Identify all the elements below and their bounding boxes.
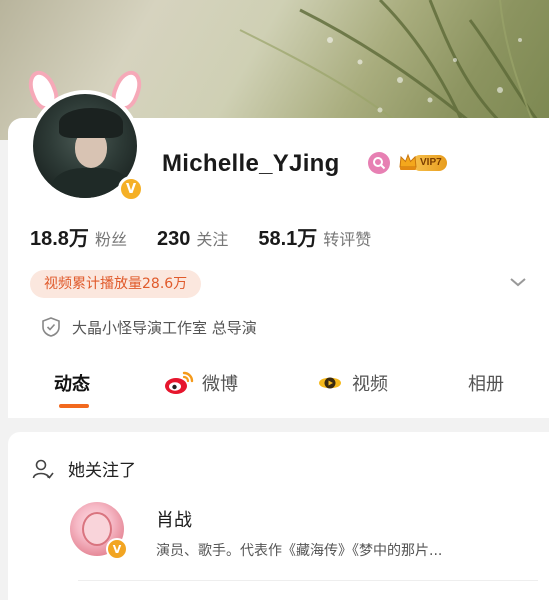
stat-label: 粉丝 [94, 230, 127, 249]
following-title: 她关注了 [68, 461, 136, 481]
stats-row: 18.8万 粉丝 230 关注 58.1万 转评赞 [30, 222, 401, 251]
verified-badge-icon: V [118, 176, 144, 202]
stat-label: 关注 [196, 230, 229, 249]
tab-album[interactable]: 相册 [468, 370, 504, 396]
video-icon [319, 377, 341, 389]
tab-weibo[interactable]: 微博 [164, 370, 238, 396]
avatar-illustration [82, 512, 112, 546]
stat-followers[interactable]: 18.8万 粉丝 [30, 222, 127, 251]
avatar-container[interactable]: V [23, 66, 147, 208]
tab-label: 视频 [352, 374, 388, 395]
user-icon [32, 459, 54, 479]
shield-icon [42, 317, 60, 337]
following-card: 她关注了 V 肖战 演员、歌手。代表作《藏海传》《梦中的那片... [8, 432, 549, 600]
chevron-down-icon[interactable] [509, 276, 527, 288]
tab-video[interactable]: 视频 [316, 370, 388, 396]
stat-likes[interactable]: 58.1万 转评赞 [258, 222, 371, 251]
avatar-cap [59, 108, 123, 138]
tab-label: 微博 [202, 374, 238, 395]
tab-label: 相册 [468, 374, 504, 395]
tab-label: 动态 [54, 374, 90, 395]
active-tab-indicator [59, 404, 89, 408]
organization-text: 大晶小怪导演工作室 总导演 [72, 318, 257, 337]
followed-user-description: 演员、歌手。代表作《藏海传》《梦中的那片... [156, 543, 443, 559]
stat-value: 230 [156, 228, 191, 250]
tab-dynamics[interactable]: 动态 [54, 370, 90, 396]
divider [78, 580, 538, 581]
profile-tabs: 动态 微博 视频 相册 [8, 360, 549, 410]
video-plays-badge[interactable]: 视频累计播放量28.6万 [30, 270, 202, 298]
weibo-icon [165, 371, 194, 394]
organization-row[interactable]: 大晶小怪导演工作室 总导演 [40, 316, 257, 338]
stat-value: 58.1万 [258, 228, 318, 250]
stat-label: 转评赞 [323, 230, 372, 249]
female-gender-icon [368, 152, 390, 174]
verified-badge-icon: V [106, 538, 128, 560]
crown-icon [399, 153, 417, 170]
followed-user-name: 肖战 [156, 510, 192, 531]
stat-following[interactable]: 230 关注 [157, 226, 228, 251]
stat-value: 18.8万 [30, 228, 89, 250]
username: Michelle_YJing [162, 150, 340, 177]
following-header[interactable]: 她关注了 [32, 456, 136, 481]
vip-badge[interactable]: VIP7 [398, 152, 450, 172]
